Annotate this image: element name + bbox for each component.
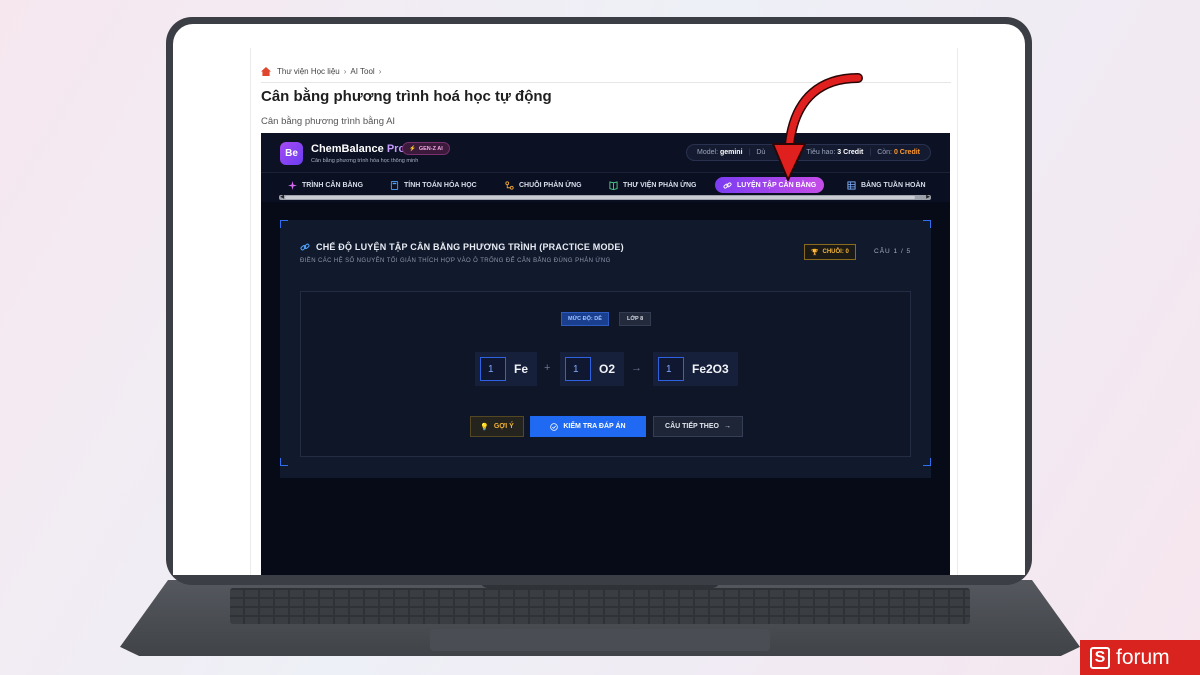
app-brand: ChemBalance Pro <box>311 143 405 155</box>
gen-z-badge-label: GEN-Z AI <box>418 145 443 152</box>
link-icon <box>300 243 310 251</box>
trophy-icon: 🏆 <box>811 249 819 256</box>
next-question-label: CÂU TIẾP THEO <box>665 423 719 430</box>
difficulty-badge: MỨC ĐỘ: DỄ <box>561 312 609 326</box>
tab-label: TÍNH TOÁN HÓA HỌC <box>404 181 477 189</box>
model-label: Model: <box>697 149 719 156</box>
page-subtitle: Cân bằng phương trình bằng AI <box>261 116 396 127</box>
coefficient-input[interactable]: 1 <box>658 357 684 381</box>
gen-z-badge: ⚡ GEN-Z AI <box>402 142 450 155</box>
check-answer-label: KIỂM TRA ĐÁP ÁN <box>563 423 626 430</box>
tab-label: BẢNG TUẦN HOÀN <box>861 181 926 189</box>
bolt-icon: ⚡ <box>409 145 416 152</box>
practice-description: ĐIỀN CÁC HỆ SỐ NGUYÊN TỐI GIẢN THÍCH HỢP… <box>300 258 611 264</box>
arrow-right-icon: → <box>723 423 731 430</box>
corner-decoration <box>280 220 288 228</box>
brand-name: ChemBalance <box>311 143 384 155</box>
tab-label: THƯ VIỆN PHẢN ỨNG <box>623 181 697 189</box>
equation-term: 1 O2 <box>560 352 625 386</box>
corner-decoration <box>923 458 931 466</box>
page-title: Cân bằng phương trình hoá học tự động <box>261 88 552 105</box>
pill-divider: | <box>869 149 872 156</box>
sforum-logo: S forum <box>1080 640 1200 675</box>
chain-icon <box>505 180 514 190</box>
tab-scrollbar[interactable]: ◀ ▶ <box>279 195 931 200</box>
practice-title-text: CHẾ ĐỘ LUYỆN TẬP CÂN BẰNG PHƯƠNG TRÌNH (… <box>316 242 624 252</box>
check-circle-icon <box>550 422 559 431</box>
remain-value: 0 Credit <box>893 149 920 156</box>
tab-calculation[interactable]: TÍNH TOÁN HÓA HỌC <box>382 177 485 193</box>
reaction-arrow: → <box>631 362 642 374</box>
scrollbar-thumb[interactable] <box>285 196 915 199</box>
lightbulb-icon: 💡 <box>480 423 489 431</box>
home-icon[interactable] <box>261 67 271 76</box>
breadcrumb-separator: › <box>378 67 382 76</box>
tab-balancer[interactable]: TRÌNH CÂN BẰNG <box>280 177 371 193</box>
tab-reaction-chain[interactable]: CHUỖI PHẢN ỨNG <box>497 177 590 193</box>
app-logo: Be <box>280 142 303 165</box>
model-value: gemini <box>719 149 743 156</box>
equation-term: 1 Fe <box>475 352 538 386</box>
practice-title: CHẾ ĐỘ LUYỆN TẬP CÂN BẰNG PHƯƠNG TRÌNH (… <box>300 242 624 252</box>
practice-card: CHẾ ĐỘ LUYỆN TẬP CÂN BẰNG PHƯƠNG TRÌNH (… <box>280 220 931 478</box>
corner-decoration <box>280 458 288 466</box>
breadcrumb: Thư viện Học liệu › AI Tool › <box>261 67 385 76</box>
scroll-right-icon[interactable]: ▶ <box>925 195 931 200</box>
book-icon <box>609 180 618 190</box>
laptop-screen: Thư viện Học liệu › AI Tool › Cân bằng p… <box>173 24 1025 575</box>
calculator-icon <box>390 180 399 190</box>
coefficient-input[interactable]: 1 <box>480 357 506 381</box>
red-annotation-arrow <box>772 73 863 181</box>
laptop-keyboard <box>230 588 970 624</box>
breadcrumb-separator: › <box>343 67 347 76</box>
breadcrumb-item-library[interactable]: Thư viện Học liệu <box>277 67 340 76</box>
link-icon <box>723 181 732 189</box>
sparkle-icon <box>288 180 297 190</box>
streak-badge: 🏆 CHUỖI: 0 <box>804 244 856 260</box>
hint-button[interactable]: 💡 GỢI Ý <box>470 416 524 437</box>
formula-fe: Fe <box>514 362 529 376</box>
streak-label: CHUỖI: 0 <box>822 249 849 255</box>
sforum-wordmark: forum <box>1116 645 1170 669</box>
brand-subtitle: Cân bằng phương trình hóa học thông minh <box>311 158 419 164</box>
corner-decoration <box>923 220 931 228</box>
coefficient-input[interactable]: 1 <box>565 357 591 381</box>
formula-fe2o3: Fe2O3 <box>692 362 729 376</box>
next-question-button[interactable]: CÂU TIẾP THEO → <box>653 416 743 437</box>
equation-term: 1 Fe2O3 <box>653 352 738 386</box>
question-counter: CÂU 1 / 5 <box>874 248 912 255</box>
tab-label: TRÌNH CÂN BẰNG <box>302 181 364 189</box>
laptop-trackpad <box>430 629 770 651</box>
hint-label: GỢI Ý <box>493 423 514 430</box>
chembalance-app: Be ChemBalance Pro ⚡ GEN-Z AI Cân bằng p… <box>261 133 950 575</box>
sforum-s-icon: S <box>1090 646 1110 669</box>
equation-panel: MỨC ĐỘ: DỄ LỚP 8 1 Fe + 1 O2 → 1 Fe2O3 💡… <box>300 291 911 457</box>
tab-label: CHUỖI PHẢN ỨNG <box>519 181 582 189</box>
grade-badge: LỚP 8 <box>619 312 652 326</box>
pill-divider: | <box>748 149 751 156</box>
tab-reaction-library[interactable]: THƯ VIỆN PHẢN ỨNG <box>601 177 704 193</box>
plus-sign: + <box>544 362 551 374</box>
formula-o2: O2 <box>599 362 616 376</box>
check-answer-button[interactable]: KIỂM TRA ĐÁP ÁN <box>530 416 646 437</box>
breadcrumb-item-ai-tool[interactable]: AI Tool <box>350 67 374 76</box>
remain-label: Còn: <box>877 149 892 156</box>
